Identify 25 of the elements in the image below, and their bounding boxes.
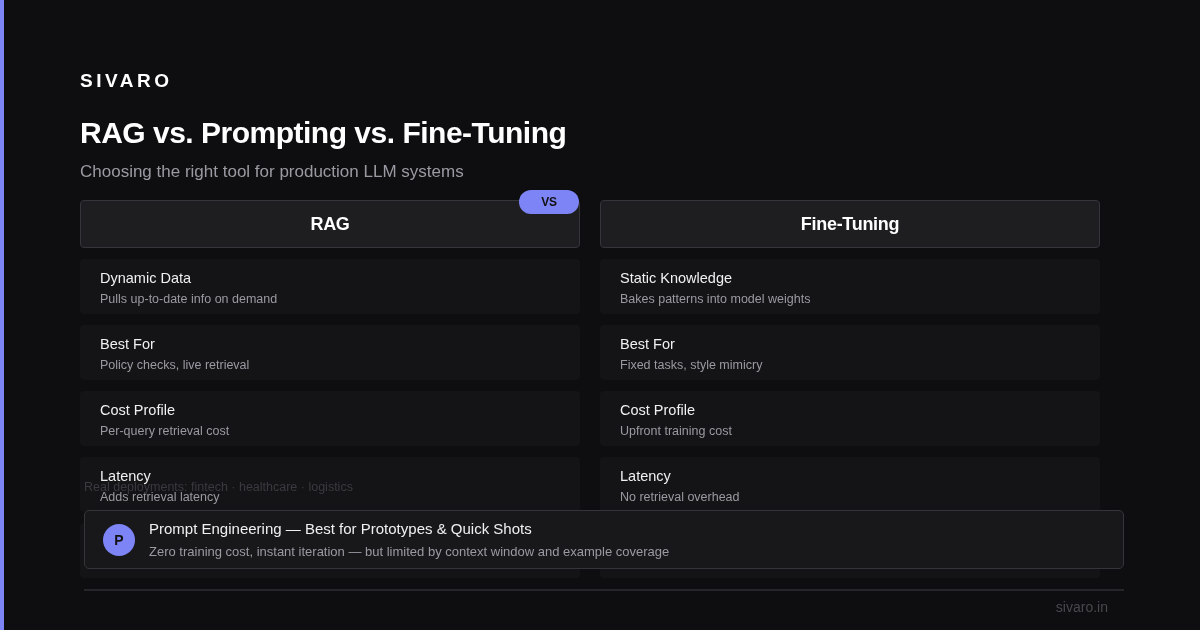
row-description: Fixed tasks, style mimicry [620, 357, 764, 373]
row-title: Latency [100, 467, 151, 484]
vs-badge: VS [519, 190, 579, 214]
row-description: Per-query retrieval cost [100, 423, 231, 439]
row-title: Best For [620, 335, 676, 353]
callout-description: Zero training cost, instant iteration — but limited by context window and example coverage [149, 543, 670, 560]
callout-title: Prompt Engineering — Best for Prototypes & Quick Shots [149, 519, 533, 539]
row-description: No retrieval overhead [620, 489, 741, 505]
brand-logo: SIVARO [80, 69, 174, 93]
row-title: Cost Profile [620, 401, 696, 419]
row-description: Pulls up-to-date info on demand [100, 291, 279, 307]
page-title: RAG vs. Prompting vs. Fine-Tuning [80, 115, 568, 151]
row-description: Policy checks, live retrieval [100, 357, 251, 373]
site-url: sivaro.in [1055, 599, 1108, 615]
avatar-badge: P [103, 523, 135, 556]
row-description: Upfront training cost [620, 423, 733, 439]
row-description: Bakes patterns into model weights [620, 291, 812, 307]
page-subtitle: Choosing the right tool for production LLM systems [80, 161, 465, 183]
column-header: Fine-Tuning [600, 200, 1100, 248]
row-title: Latency [620, 467, 672, 485]
row-description: Adds retrieval latency [100, 490, 220, 505]
row-title: Static Knowledge [620, 269, 734, 287]
row-title: Cost Profile [100, 401, 176, 419]
row-title: Dynamic Data [100, 269, 193, 287]
row-title: Best For [100, 335, 156, 353]
